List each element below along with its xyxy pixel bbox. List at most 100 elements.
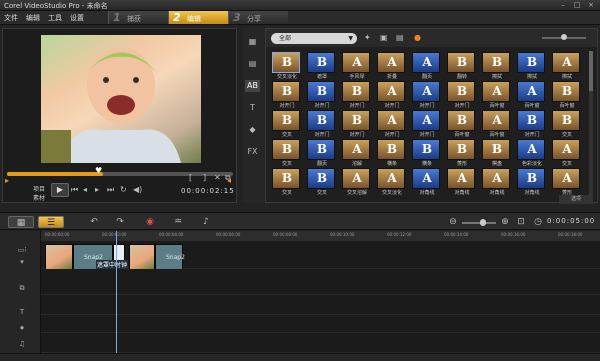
volume-icon[interactable]: ◀)	[133, 184, 142, 196]
transition-item[interactable]: A 百叶窗	[480, 110, 514, 138]
zoom-in-icon[interactable]: ⊕	[500, 216, 510, 228]
transition-item[interactable]: A 对角线	[410, 168, 444, 196]
transition-item[interactable]: B 交叉	[270, 168, 304, 196]
music-track-icon[interactable]: ♫	[10, 339, 34, 349]
fit-project-icon[interactable]: ⊡	[516, 216, 526, 228]
video-track-icon[interactable]: ▭⁝	[10, 245, 34, 255]
transition-item[interactable]: B 交叉	[550, 110, 584, 138]
audio-mixer-icon[interactable]: ♒	[172, 216, 184, 228]
thumbnail-size-handle[interactable]	[561, 34, 567, 40]
previous-frame-icon[interactable]: ◂	[83, 184, 87, 196]
zoom-out-icon[interactable]: ⊖	[448, 216, 458, 228]
transition-item[interactable]: B 横条	[410, 139, 444, 167]
transition-item[interactable]: A 交叉溶解	[340, 168, 374, 196]
step-capture[interactable]: 1 捕获	[108, 11, 168, 24]
add-to-favorites-icon[interactable]: ✦	[364, 32, 371, 44]
transition-item[interactable]: B 对开门	[445, 81, 479, 109]
menu-file[interactable]: 文件	[4, 13, 18, 23]
transition-item[interactable]: A 交叉淡化	[375, 168, 409, 196]
scrub-handle-icon[interactable]: ♥	[95, 165, 102, 177]
zoom-slider[interactable]	[462, 222, 496, 224]
track-toggle-icon[interactable]: ▾	[10, 257, 34, 267]
next-frame-icon[interactable]: ▸	[95, 184, 99, 196]
preview-scrub-bar[interactable]	[7, 172, 233, 176]
end-icon[interactable]: ⏭	[107, 184, 114, 196]
transition-item[interactable]: A 对角线	[445, 168, 479, 196]
transition-item[interactable]: B 交叉	[305, 168, 339, 196]
voice-track-icon[interactable]: ⏺	[10, 323, 34, 333]
transition-item[interactable]: B 百叶窗	[550, 81, 584, 109]
gallery-dropdown[interactable]: 全部 ▼	[271, 33, 357, 44]
transition-item[interactable]: A 百叶窗	[480, 81, 514, 109]
transition-item[interactable]: B 对角线	[515, 168, 549, 196]
library-scrollbar[interactable]	[589, 51, 593, 196]
transition-item[interactable]: A 对开门	[375, 110, 409, 138]
repeat-icon[interactable]: ↻	[120, 184, 127, 196]
apply-to-audio-icon[interactable]: ▤	[396, 32, 404, 44]
transition-item[interactable]: B 对开门	[340, 110, 374, 138]
transition-item[interactable]: B 对开门	[340, 81, 374, 109]
fx-filter-icon[interactable]: FX	[245, 146, 260, 158]
graphic-icon[interactable]: ◆	[245, 124, 260, 136]
transition-item[interactable]: B 交叉	[270, 110, 304, 138]
transition-item[interactable]: B 擦拭	[480, 52, 514, 80]
transition-item[interactable]: A 对角线	[480, 168, 514, 196]
transition-item[interactable]: B 菱形	[445, 139, 479, 167]
timeline-clip[interactable]	[129, 244, 155, 270]
timeline-clip[interactable]	[45, 244, 73, 270]
transition-item[interactable]: B 交叉淡化	[270, 52, 304, 80]
overlay-track[interactable]	[41, 269, 600, 295]
transition-item[interactable]: B 棋盘	[480, 139, 514, 167]
media-icon[interactable]: ▦	[245, 36, 260, 48]
transition-item[interactable]: B 翻转	[445, 52, 479, 80]
title-icon[interactable]: T	[245, 102, 260, 114]
overlay-track-icon[interactable]: ⧉	[10, 283, 34, 293]
transition-item[interactable]: A 色彩淡化	[515, 139, 549, 167]
record-capture-icon[interactable]: ◉	[144, 216, 156, 228]
timeline-playhead[interactable]	[116, 231, 117, 353]
transition-item[interactable]: A 翻页	[410, 52, 444, 80]
options-button[interactable]: 选项	[559, 195, 593, 204]
enlarge-preview-icon[interactable]: ⧉	[225, 172, 231, 184]
transition-item[interactable]: B 对开门	[305, 110, 339, 138]
timeline-ruler[interactable]: 00:00:00:00 00:00:02:00 00:00:04:00 00:00:0…	[41, 231, 600, 241]
transition-item[interactable]: B 对开门	[305, 81, 339, 109]
voice-track[interactable]	[41, 315, 600, 333]
close-icon[interactable]: ×	[584, 1, 598, 10]
mark-in-button[interactable]: [	[189, 172, 192, 184]
storyboard-view-button[interactable]: ▦	[8, 216, 34, 228]
transition-icon[interactable]: AB	[245, 80, 260, 92]
apply-to-video-icon[interactable]: ▣	[380, 32, 388, 44]
transition-item[interactable]: B 百叶窗	[445, 110, 479, 138]
transition-item[interactable]: B 对开门	[270, 81, 304, 109]
minimize-icon[interactable]: –	[556, 1, 570, 10]
transition-item[interactable]: A 对开门	[410, 110, 444, 138]
transition-item[interactable]: A 溶解	[340, 139, 374, 167]
timeline-clip[interactable]: Snap2	[155, 244, 185, 270]
play-button[interactable]: ▶	[51, 183, 69, 197]
transition-item[interactable]: A 擦拭	[550, 52, 584, 80]
transition-item[interactable]: A 折叠	[375, 52, 409, 80]
undo-icon[interactable]: ↶	[88, 216, 100, 228]
step-edit[interactable]: 2 编辑	[168, 11, 228, 24]
home-icon[interactable]: ⏮	[71, 184, 78, 196]
library-scrollbar-thumb[interactable]	[589, 51, 593, 91]
project-mode-label[interactable]: 项目	[33, 184, 45, 193]
menu-edit[interactable]: 编辑	[26, 13, 40, 23]
transition-item[interactable]: B 对开门	[515, 110, 549, 138]
mark-out-button[interactable]: ]	[203, 172, 206, 184]
transition-item[interactable]: B 擦拭	[515, 52, 549, 80]
transition-item[interactable]: B 交叉	[270, 139, 304, 167]
transition-item[interactable]: A 百叶窗	[515, 81, 549, 109]
auto-music-icon[interactable]: ♪	[200, 216, 212, 228]
timeline-view-button[interactable]: ☰	[38, 216, 64, 228]
instant-project-icon[interactable]: ▤	[245, 58, 260, 70]
transition-item[interactable]: A 对开门	[410, 81, 444, 109]
transition-item[interactable]: A 对开门	[375, 81, 409, 109]
title-track[interactable]	[41, 295, 600, 315]
zoom-slider-handle[interactable]	[480, 219, 486, 226]
menu-settings[interactable]: 设置	[70, 13, 84, 23]
redo-icon[interactable]: ↷	[114, 216, 126, 228]
transition-item[interactable]: A 手风琴	[340, 52, 374, 80]
music-track[interactable]	[41, 333, 600, 353]
